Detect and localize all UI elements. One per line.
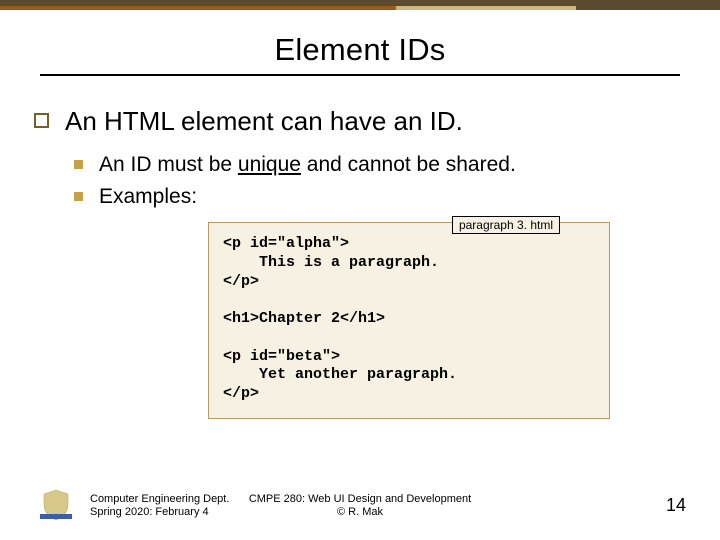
- body-area: An HTML element can have an ID. An ID mu…: [34, 105, 686, 216]
- sub-bullet-2: Examples:: [74, 184, 686, 210]
- sub-bullet-1: An ID must be unique and cannot be share…: [74, 152, 686, 178]
- title-area: Element IDs: [40, 32, 680, 76]
- square-bullet-icon: [74, 160, 83, 169]
- footer-center-line1: CMPE 280: Web UI Design and Development: [0, 493, 720, 507]
- top-accent-bar: [0, 0, 720, 10]
- footer-center: CMPE 280: Web UI Design and Development …: [0, 493, 720, 521]
- footer: Computer Engineering Dept. Spring 2020: …: [0, 474, 720, 526]
- square-outline-bullet-icon: [34, 113, 49, 128]
- bullet-level1: An HTML element can have an ID.: [34, 105, 686, 138]
- footer-center-line2: © R. Mak: [0, 506, 720, 520]
- slide: Element IDs An HTML element can have an …: [0, 0, 720, 540]
- sub1-before: An ID must be: [99, 153, 238, 176]
- sub-bullet-1-text: An ID must be unique and cannot be share…: [99, 152, 516, 178]
- square-bullet-icon: [74, 192, 83, 201]
- title-underline: [40, 74, 680, 76]
- slide-title: Element IDs: [40, 32, 680, 68]
- code-example: paragraph 3. html <p id="alpha"> This is…: [208, 222, 610, 419]
- page-number: 14: [666, 495, 686, 516]
- sub1-underlined: unique: [238, 153, 301, 176]
- code-box: <p id="alpha"> This is a paragraph. </p>…: [208, 222, 610, 419]
- bullet1-text: An HTML element can have an ID.: [65, 105, 463, 138]
- sub-bullet-2-text: Examples:: [99, 184, 197, 210]
- code-filename-label: paragraph 3. html: [452, 216, 560, 234]
- sub-bullet-list: An ID must be unique and cannot be share…: [74, 152, 686, 211]
- sub1-after: and cannot be shared.: [301, 153, 516, 176]
